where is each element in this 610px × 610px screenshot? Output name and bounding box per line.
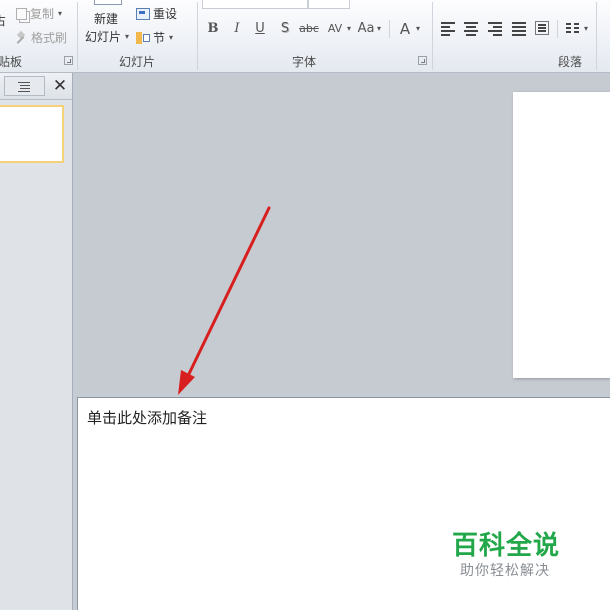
strikethrough-button[interactable]: abc — [298, 20, 320, 38]
close-icon: ✕ — [52, 76, 68, 96]
section-button[interactable]: 节 ▾ — [136, 29, 173, 46]
change-case-button[interactable]: Aa — [356, 20, 376, 38]
new-slide-label-line1: 新建 — [94, 12, 119, 26]
chevron-down-icon: ▾ — [376, 24, 381, 33]
section-label: 节 — [153, 31, 166, 45]
font-size-select[interactable] — [308, 0, 350, 9]
copy-button[interactable]: 复制 ▾ — [16, 5, 62, 22]
section-icon — [136, 31, 150, 44]
align-left-icon[interactable] — [441, 21, 455, 36]
new-slide-button[interactable]: 新建 — [94, 10, 118, 27]
bold-button[interactable]: B — [205, 20, 221, 38]
paste-button[interactable]: 占 — [0, 12, 6, 29]
align-center-icon[interactable] — [464, 21, 478, 36]
reset-button[interactable]: 重设 — [136, 5, 177, 22]
font-divider — [389, 20, 390, 38]
group-divider — [197, 2, 198, 70]
reset-icon — [136, 7, 150, 20]
underline-button[interactable]: U — [252, 20, 268, 38]
paragraph-group-label: 段落 — [558, 55, 583, 69]
distributed-align-icon[interactable] — [535, 21, 549, 35]
format-painter-button[interactable]: 格式刷 — [16, 29, 67, 46]
justify-icon[interactable] — [512, 21, 526, 36]
close-pane-button[interactable]: ✕ — [50, 76, 70, 96]
character-spacing-button[interactable]: AV — [324, 20, 346, 38]
format-painter-icon — [16, 32, 28, 44]
chevron-down-icon: ▾ — [415, 24, 420, 33]
slides-group-label: 幻灯片 — [119, 55, 156, 69]
new-slide-layout-button[interactable]: 幻灯片 ▾ — [85, 28, 129, 45]
clipboard-dialog-launcher-icon[interactable] — [64, 56, 73, 65]
format-painter-label: 格式刷 — [31, 31, 68, 45]
copy-label: 复制 — [30, 7, 55, 21]
clipboard-group-label: 贴板 — [0, 55, 23, 69]
font-family-select[interactable] — [202, 0, 308, 9]
font-color-button[interactable]: A — [397, 20, 413, 38]
chevron-down-icon: ▾ — [583, 24, 588, 33]
chevron-down-icon: ▾ — [125, 32, 130, 41]
copy-icon — [16, 7, 27, 20]
group-divider — [432, 2, 433, 70]
tab-outline[interactable] — [4, 76, 45, 96]
group-divider — [77, 2, 78, 70]
notes-placeholder[interactable]: 单击此处添加备注 — [87, 407, 207, 428]
chevron-down-icon: ▾ — [169, 33, 174, 42]
align-right-icon[interactable] — [488, 21, 502, 36]
new-slide-icon — [94, 0, 122, 5]
columns-icon[interactable] — [566, 21, 580, 35]
ribbon: 占 复制 ▾ 格式刷 贴板 新建 幻灯片 ▾ 重设 节 ▾ 幻灯片 B I U … — [0, 0, 610, 73]
paragraph-divider — [557, 20, 558, 38]
pane-tab-strip: ✕ — [0, 73, 72, 100]
watermark-subtitle: 助你轻松解决 — [460, 563, 550, 579]
font-group-label: 字体 — [292, 55, 317, 69]
slide-canvas[interactable] — [513, 92, 610, 378]
reset-label: 重设 — [153, 7, 178, 21]
slide-thumbnail[interactable] — [0, 105, 64, 163]
font-dialog-launcher-icon[interactable] — [418, 56, 427, 65]
chevron-down-icon: ▾ — [346, 24, 351, 33]
group-divider — [596, 2, 597, 70]
outline-icon — [18, 82, 30, 92]
shadow-button[interactable]: S — [277, 20, 293, 38]
paste-label: 占 — [0, 14, 7, 28]
italic-button[interactable]: I — [229, 20, 245, 38]
slides-pane: ✕ — [0, 73, 73, 610]
new-slide-label-line2: 幻灯片 — [85, 30, 122, 44]
chevron-down-icon: ▾ — [58, 9, 63, 18]
slide-editing-area — [77, 75, 610, 394]
watermark-title: 百科全说 — [452, 531, 561, 561]
